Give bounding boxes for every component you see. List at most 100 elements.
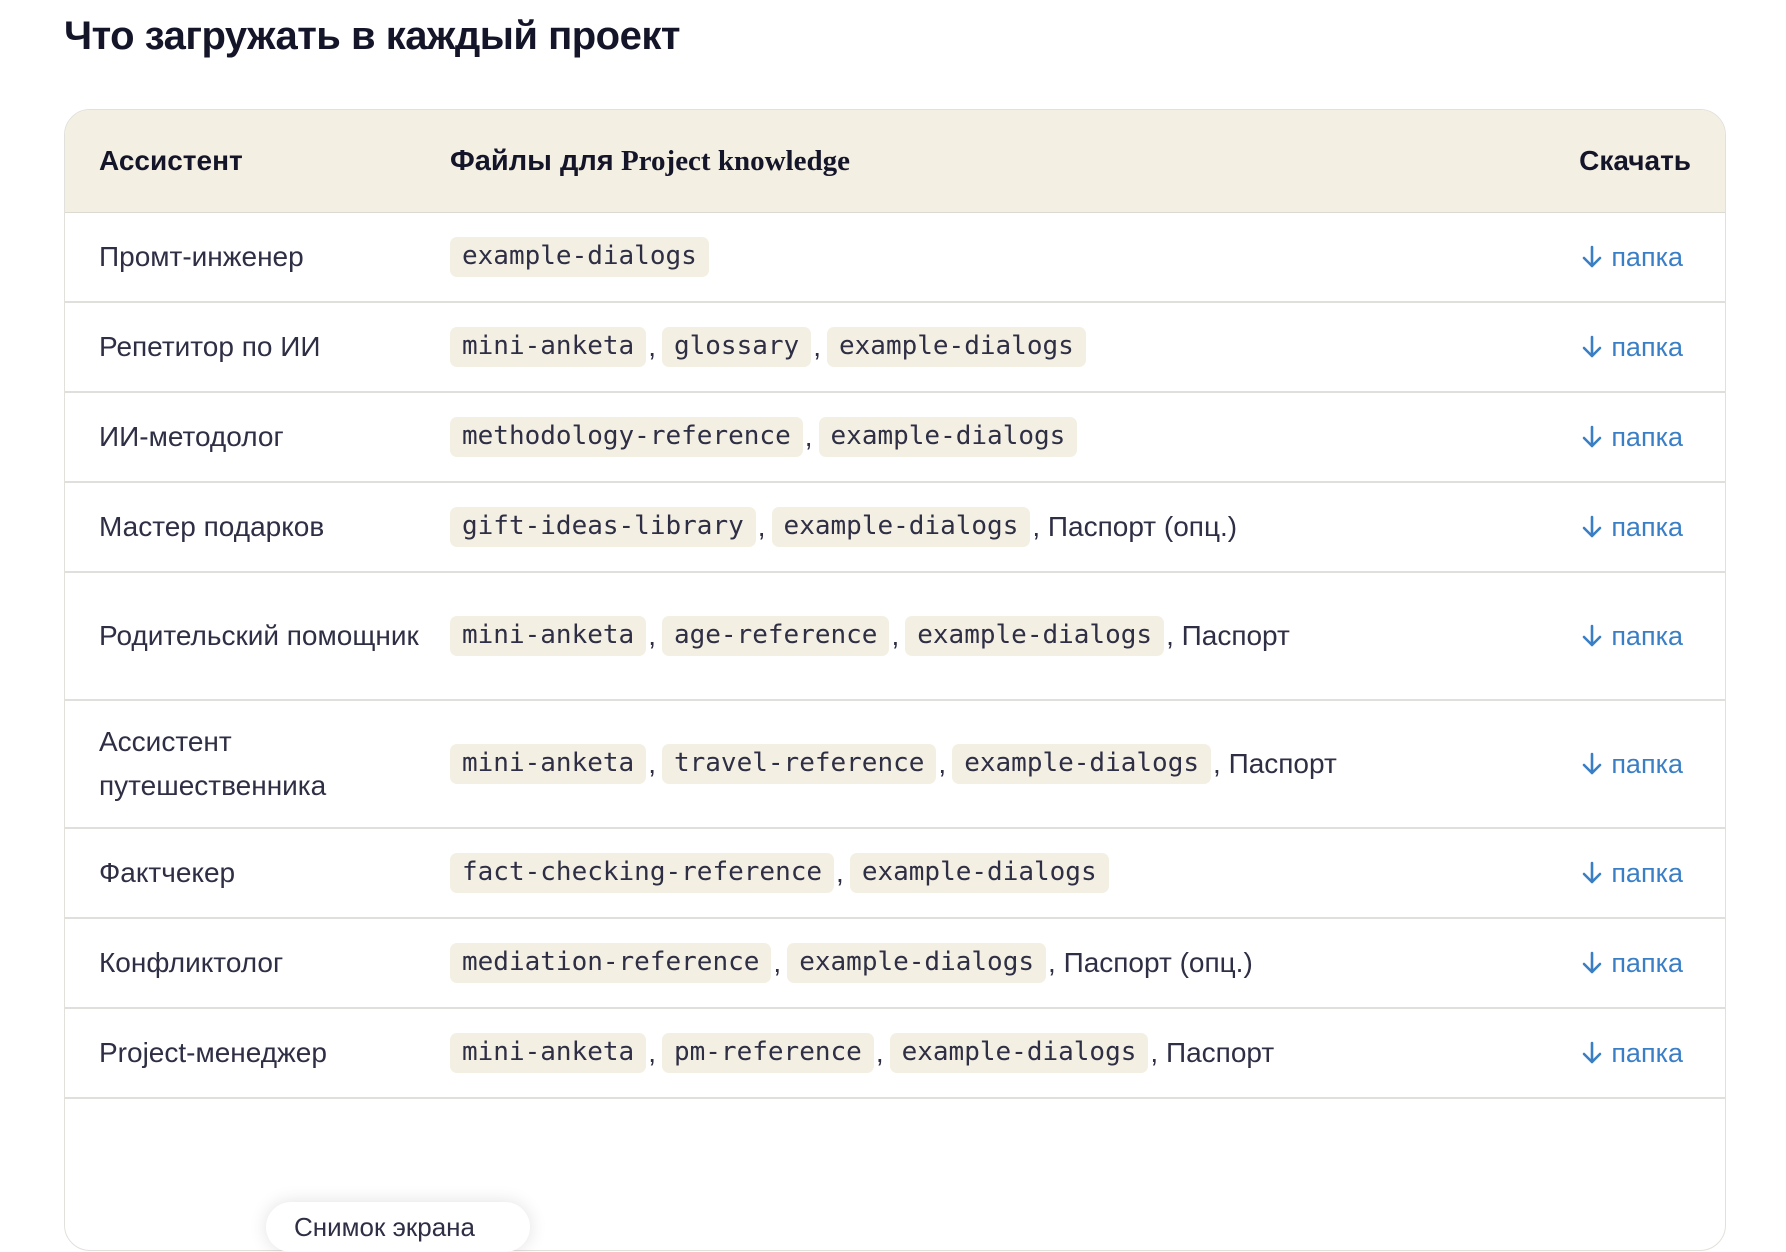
table-row: Мастер подарков gift-ideas-library, exampl… (65, 483, 1725, 573)
files-suffix: , Паспорт (1213, 748, 1337, 779)
cell-assistant-name: Конфликтолог (99, 947, 284, 978)
table-body: Промт-инженер example-dialogs папка Репетит… (65, 213, 1725, 1099)
download-label: папка (1611, 421, 1683, 452)
comma-separator: , (648, 1037, 656, 1068)
arrow-down-icon (1583, 425, 1602, 448)
download-label: папка (1611, 620, 1683, 651)
download-label: папка (1611, 331, 1683, 362)
files-suffix: , Паспорт (1150, 1037, 1275, 1068)
download-label: папка (1611, 241, 1683, 272)
arrow-down-icon (1583, 515, 1602, 538)
file-chip: methodology-reference (450, 417, 803, 457)
table-row: Project-менеджер mini-anketa, pm-reference… (65, 1009, 1725, 1099)
file-chip: example-dialogs (450, 237, 709, 277)
comma-separator: , (773, 947, 782, 978)
comma-separator: , (648, 620, 656, 651)
download-folder-link[interactable]: папка (1505, 858, 1725, 889)
file-chip: example-dialogs (818, 417, 1078, 457)
cell-files: fact-checking-reference, example-dialogs (450, 853, 1505, 893)
header-files-prefix: Файлы для (450, 144, 614, 177)
download-label: папка (1611, 947, 1683, 978)
file-chip: example-dialogs (849, 853, 1109, 893)
comma-separator: , (757, 511, 766, 542)
comma-separator: , (648, 748, 656, 779)
arrow-down-icon (1583, 752, 1602, 775)
cell-files: methodology-reference, example-dialogs (450, 417, 1505, 457)
download-folder-link[interactable]: папка (1505, 512, 1725, 543)
cell-files: gift-ideas-library, example-dialogs, Пасп… (450, 507, 1505, 547)
comma-separator: , (875, 1037, 884, 1068)
cell-assistant-name: Репетитор по ИИ (99, 331, 321, 362)
download-folder-link[interactable]: папка (1505, 1038, 1725, 1069)
file-chip: example-dialogs (889, 1033, 1149, 1073)
comma-separator: , (836, 857, 844, 888)
arrow-down-icon (1583, 861, 1602, 884)
table-header: Ассистент Файлы для Project knowledge Ск… (65, 110, 1725, 213)
file-chip: example-dialogs (952, 744, 1212, 784)
download-folder-link[interactable]: папка (1505, 422, 1725, 453)
table-row: ИИ-методолог methodology-reference, exampl… (65, 393, 1725, 483)
header-files-suffix: Project knowledge (620, 144, 850, 177)
cell-assistant-name: Промт-инженер (99, 241, 304, 272)
file-chip: gift-ideas-library (450, 507, 756, 547)
assistants-table: Ассистент Файлы для Project knowledge Ск… (64, 109, 1726, 1251)
comma-separator: , (891, 620, 900, 651)
download-folder-link[interactable]: папка (1505, 621, 1725, 652)
download-folder-link[interactable]: папка (1505, 242, 1725, 273)
download-folder-link[interactable]: папка (1505, 749, 1725, 780)
file-chip: example-dialogs (787, 943, 1047, 983)
file-chip: pm-reference (661, 1033, 874, 1073)
cell-assistant-name: Project-менеджер (99, 1037, 327, 1068)
table-row: Фактчекер fact-checking-reference, example… (65, 829, 1725, 919)
cell-files: mini-anketa, pm-reference, example-dialogs… (450, 1033, 1505, 1073)
arrow-down-icon (1583, 335, 1602, 358)
file-chip: mediation-reference (450, 943, 772, 983)
arrow-down-icon (1583, 624, 1602, 647)
download-label: папка (1611, 857, 1683, 888)
file-chip: example-dialogs (826, 327, 1086, 367)
files-suffix: , Паспорт (опц.) (1032, 511, 1238, 542)
files-suffix: , Паспорт (опц.) (1048, 947, 1253, 978)
table-row: Конфликтолог mediation-reference, example-… (65, 919, 1725, 1009)
file-chip: fact-checking-reference (450, 853, 835, 893)
comma-separator: , (804, 421, 813, 452)
comma-separator: , (648, 331, 656, 362)
arrow-down-icon (1583, 1041, 1602, 1064)
cell-files: mediation-reference, example-dialogs, Пас… (450, 943, 1505, 983)
screenshot-tooltip: Снимок экрана (266, 1202, 530, 1252)
download-folder-link[interactable]: папка (1505, 948, 1725, 979)
file-chip: example-dialogs (771, 507, 1031, 547)
cell-assistant-name: Мастер подарков (99, 511, 325, 542)
cell-assistant-name: Родительский помощник (99, 620, 419, 651)
cell-files: mini-anketa, travel-reference, example-dia… (450, 744, 1505, 784)
cell-assistant-name: Ассистент путешественника (99, 726, 327, 801)
file-chip: mini-anketa (450, 327, 647, 367)
cell-assistant-name: ИИ-методолог (99, 421, 284, 452)
table-row: Промт-инженер example-dialogs папка (65, 213, 1725, 303)
files-suffix: , Паспорт (1166, 620, 1290, 651)
table-row: Ассистент путешественника mini-anketa, tra… (65, 701, 1725, 829)
file-chip: mini-anketa (450, 744, 647, 784)
comma-separator: , (938, 748, 947, 779)
header-assistant: Ассистент (99, 145, 243, 176)
cell-files: mini-anketa, glossary, example-dialogs (450, 327, 1505, 367)
file-chip: mini-anketa (450, 616, 647, 656)
header-files: Файлы для Project knowledge (450, 145, 1505, 178)
header-download: Скачать (1579, 145, 1691, 176)
download-label: папка (1611, 748, 1683, 779)
table-row: Родительский помощник mini-anketa, age-ref… (65, 573, 1725, 701)
cell-files: mini-anketa, age-reference, example-dialog… (450, 616, 1505, 656)
arrow-down-icon (1583, 245, 1602, 268)
file-chip: glossary (661, 327, 812, 367)
cell-files: example-dialogs (450, 237, 1505, 277)
table-row: Репетитор по ИИ mini-anketa, glossary, exam… (65, 303, 1725, 393)
file-chip: mini-anketa (450, 1033, 647, 1073)
file-chip: travel-reference (661, 744, 937, 784)
cell-assistant-name: Фактчекер (99, 857, 236, 888)
download-label: папка (1611, 511, 1683, 542)
download-label: папка (1611, 1037, 1683, 1068)
download-folder-link[interactable]: папка (1505, 332, 1725, 363)
page-title: Что загружать в каждый проект (64, 14, 680, 58)
file-chip: age-reference (661, 616, 890, 656)
comma-separator: , (813, 331, 821, 362)
